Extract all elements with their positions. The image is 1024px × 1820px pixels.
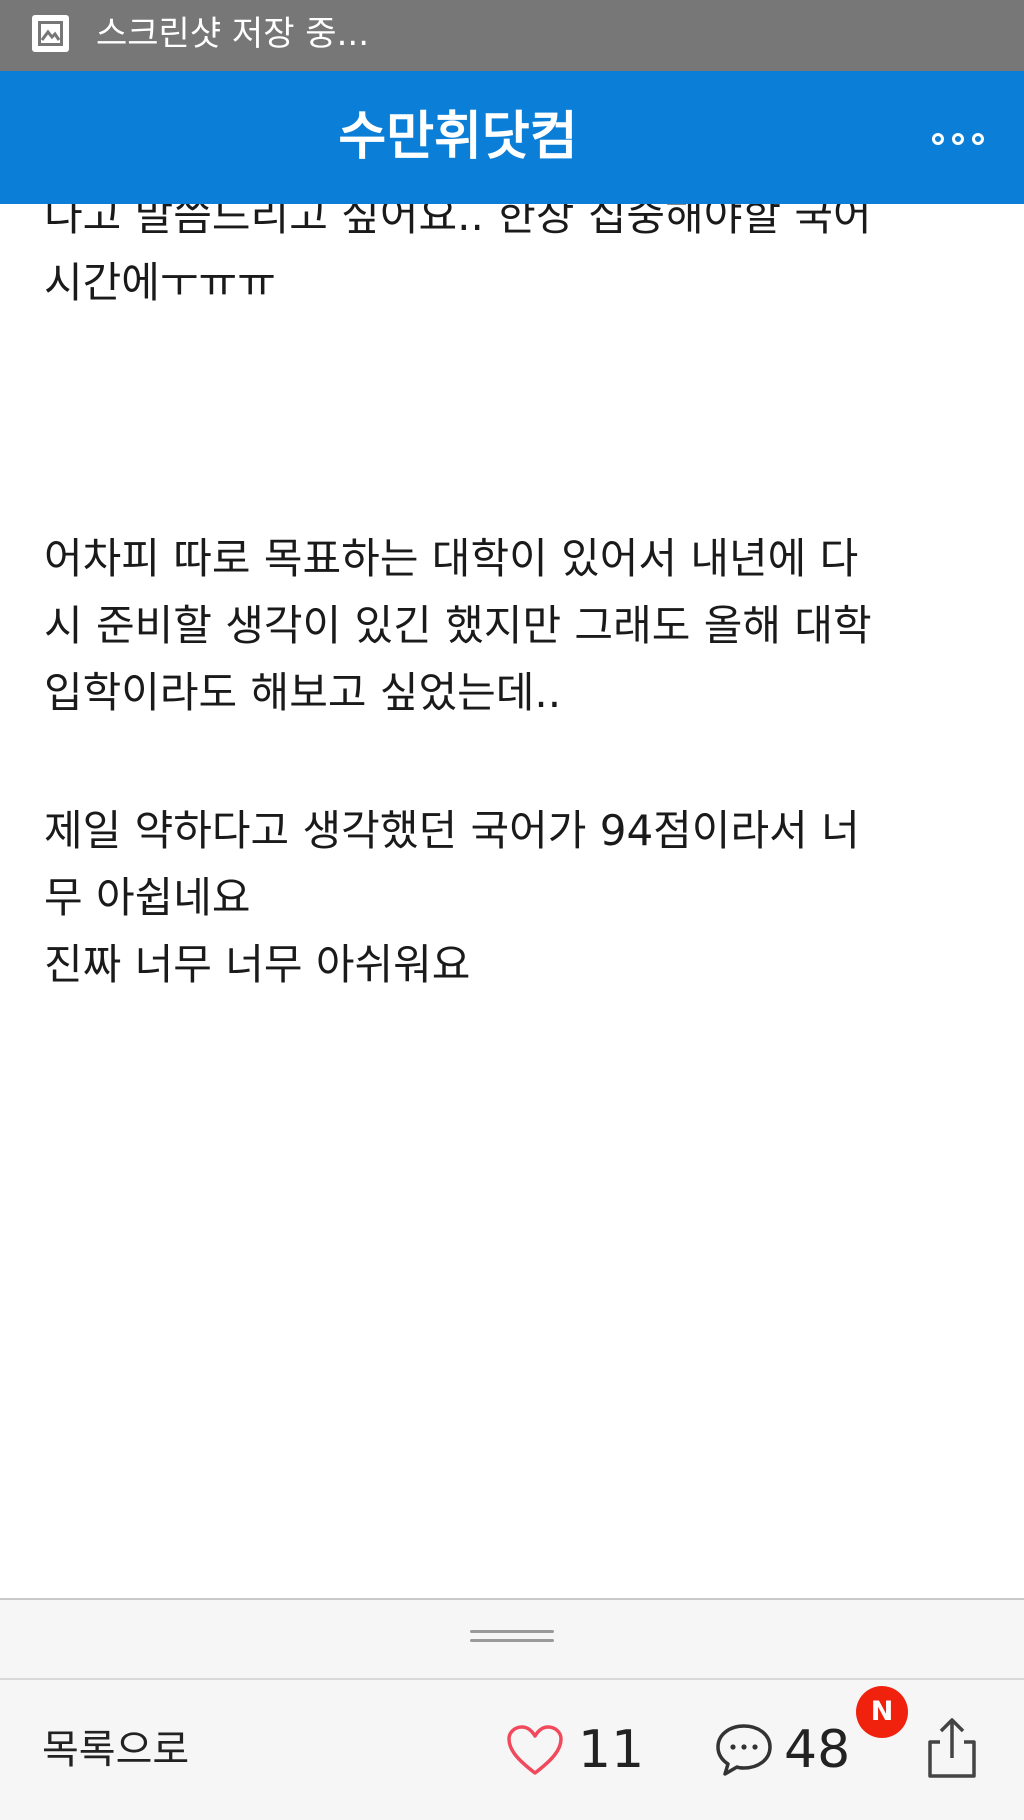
drag-handle-line — [470, 1639, 554, 1642]
text-line: 무 아쉽네요 — [44, 873, 251, 922]
paragraph: 어차피 따로 목표하는 대학이 있어서 내년에 다 시 준비할 생각이 있긴 했… — [44, 525, 984, 726]
paragraph: 다고 말씀드리고 싶어요.. 한창 집중해야할 국어 시간에ㅜㅠㅠ — [44, 204, 984, 316]
notification-text: 스크린샷 저장 중... — [96, 14, 369, 54]
like-button[interactable]: 11 — [506, 1712, 644, 1788]
comment-button[interactable]: 48 — [714, 1712, 850, 1788]
more-dots-icon — [972, 133, 984, 145]
like-count: 11 — [578, 1720, 645, 1780]
more-dots-icon — [952, 133, 964, 145]
drag-handle-line — [470, 1630, 554, 1633]
speech-bubble-icon — [716, 1724, 772, 1776]
text-line: 진짜 너무 너무 아쉬워요 — [44, 940, 471, 989]
share-icon — [928, 1718, 976, 1778]
heart-icon — [507, 1725, 563, 1775]
text-line: 입학이라도 해보고 싶었는데.. — [44, 668, 562, 717]
post-content: 다고 말씀드리고 싶어요.. 한창 집중해야할 국어 시간에ㅜㅠㅠ 어차피 따로… — [0, 204, 1024, 1598]
paragraph: 제일 약하다고 생각했던 국어가 94점이라서 너 무 아쉽네요 진짜 너무 너… — [44, 797, 984, 998]
bottom-toolbar: 목록으로 11 48 N — [0, 1680, 1024, 1820]
new-comment-badge: N — [856, 1686, 908, 1738]
more-options-button[interactable] — [910, 117, 1006, 161]
status-bar: 스크린샷 저장 중... — [0, 0, 1024, 71]
text-line: 다고 말씀드리고 싶어요.. 한창 집중해야할 국어 — [44, 204, 872, 240]
text-line: 시 준비할 생각이 있긴 했지만 그래도 올해 대학 — [44, 601, 872, 650]
back-to-list-button[interactable]: 목록으로 — [42, 1720, 189, 1780]
more-dots-icon — [932, 133, 944, 145]
comment-count: 48 — [784, 1720, 851, 1780]
site-title[interactable]: 수만휘닷컴 — [0, 71, 916, 204]
text-line: 어차피 따로 목표하는 대학이 있어서 내년에 다 — [44, 534, 859, 583]
drag-handle[interactable] — [0, 1600, 1024, 1678]
share-button[interactable] — [922, 1716, 982, 1780]
app-header: 수만휘닷컴 — [0, 71, 1024, 204]
text-line: 제일 약하다고 생각했던 국어가 94점이라서 너 — [44, 806, 860, 855]
image-icon — [32, 15, 69, 52]
app-screen: 스크린샷 저장 중... 수만휘닷컴 다고 말씀드리고 싶어요.. 한창 집중해… — [0, 0, 1024, 1820]
text-line: 시간에ㅜㅠㅠ — [44, 258, 276, 307]
